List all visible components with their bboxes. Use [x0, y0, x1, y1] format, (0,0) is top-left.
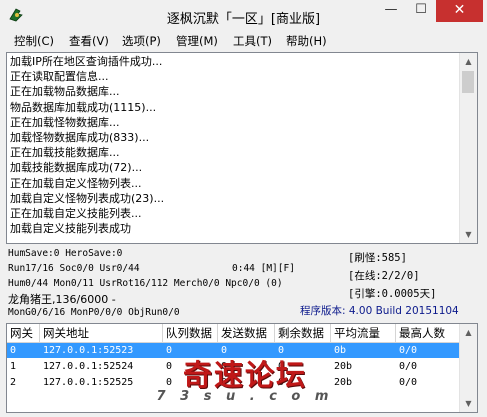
- status-panel: HumSave:0 HeroSave:0 Run17/16 Soc0/0 Usr…: [0, 245, 487, 321]
- title-bar[interactable]: 逐枫沉默「一区」[商业版] — ☐ ✕: [0, 0, 487, 31]
- menu-bar: 控制(C) 查看(V) 选项(P) 管理(M) 工具(T) 帮助(H): [0, 31, 487, 50]
- scroll-down-icon[interactable]: ▼: [460, 226, 477, 243]
- table-scrollbar[interactable]: ▲ ▼: [459, 324, 477, 412]
- table-cell: 0/0: [399, 377, 418, 388]
- log-line: 物品数据库加载成功(1115)...: [10, 100, 157, 114]
- table-row[interactable]: 1 127.0.0.1:52524 0 0 0 20b 0/0: [7, 359, 460, 374]
- run-status: Run17/16 Soc0/0 Usr0/44: [8, 263, 140, 274]
- scroll-up-icon[interactable]: ▲: [460, 324, 477, 341]
- log-line: 加载怪物数据库成功(833)...: [10, 130, 150, 144]
- table-cell: 0: [166, 361, 173, 372]
- version-label: 程序版本: 4.00 Build 20151104: [300, 305, 459, 317]
- table-row[interactable]: 2 127.0.0.1:52525 0 0 0 20b 0/0: [7, 375, 460, 390]
- table-header: 网关 网关地址 队列数据 发送数据 剩余数据 平均流量 最高人数: [7, 324, 460, 343]
- scroll-thumb[interactable]: [462, 71, 474, 93]
- table-cell: 0: [278, 361, 285, 372]
- table-cell: 0b: [334, 345, 347, 356]
- log-scrollbar[interactable]: ▲ ▼: [459, 53, 477, 243]
- table-cell: 20b: [334, 361, 353, 372]
- column-header[interactable]: 最高人数: [396, 324, 460, 342]
- timer-status: 0:44 [M][F]: [232, 263, 295, 274]
- close-button[interactable]: ✕: [436, 0, 483, 22]
- interval-counter: [引擎:0.0005天]: [348, 288, 437, 300]
- save-status: HumSave:0 HeroSave:0: [8, 248, 123, 259]
- log-line: 正在加载物品数据库...: [10, 85, 120, 99]
- table-cell: 127.0.0.1:52524: [43, 361, 134, 372]
- table-cell: 20b: [334, 377, 353, 388]
- log-line: 正在加载自定义怪物列表...: [10, 176, 142, 190]
- menu-view[interactable]: 查看(V): [69, 33, 109, 49]
- column-header[interactable]: 发送数据: [218, 324, 275, 342]
- log-lines: 加载IP所在地区查询插件成功... 正在读取配置信息... 正在加载物品数据库.…: [10, 54, 458, 236]
- table-row[interactable]: 0 127.0.0.1:52523 0 0 0 0b 0/0: [7, 343, 460, 358]
- table-cell: 0/0: [399, 345, 418, 356]
- menu-help[interactable]: 帮助(H): [286, 33, 327, 49]
- column-header[interactable]: 网关: [7, 324, 40, 342]
- table-cell: 127.0.0.1:52523: [43, 345, 134, 356]
- table-cell: 0: [166, 345, 173, 356]
- table-cell: 0: [10, 345, 17, 356]
- maximize-button[interactable]: ☐: [406, 0, 436, 22]
- table-cell: 127.0.0.1:52525: [43, 377, 134, 388]
- gateway-table[interactable]: 网关 网关地址 队列数据 发送数据 剩余数据 平均流量 最高人数 0 127.0…: [6, 323, 478, 413]
- column-header[interactable]: 剩余数据: [275, 324, 331, 342]
- column-header[interactable]: 网关地址: [40, 324, 163, 342]
- menu-options[interactable]: 选项(P): [122, 33, 161, 49]
- log-line: 正在加载技能数据库...: [10, 146, 120, 160]
- log-output[interactable]: 加载IP所在地区查询插件成功... 正在读取配置信息... 正在加载物品数据库.…: [6, 52, 478, 244]
- table-cell: 0: [221, 345, 228, 356]
- monster-status: MonG0/6/16 MonP0/0/0 ObjRun0/0: [8, 307, 180, 318]
- log-line: 加载自定义怪物列表成功(23)...: [10, 191, 165, 205]
- map-status: 龙角猪王,136/6000 -: [8, 293, 116, 306]
- main-window: 逐枫沉默「一区」[商业版] — ☐ ✕ 控制(C) 查看(V) 选项(P) 管理…: [0, 0, 487, 417]
- column-header[interactable]: 队列数据: [163, 324, 218, 342]
- table-cell: 0: [278, 377, 285, 388]
- log-line: 正在读取配置信息...: [10, 70, 109, 84]
- menu-tools[interactable]: 工具(T): [233, 33, 272, 49]
- menu-manage[interactable]: 管理(M): [176, 33, 218, 49]
- column-header[interactable]: 平均流量: [331, 324, 396, 342]
- log-line: 加载IP所在地区查询插件成功...: [10, 55, 163, 68]
- log-line: 加载自定义技能列表成功: [10, 222, 131, 236]
- scroll-up-icon[interactable]: ▲: [460, 53, 477, 70]
- table-cell: 0: [166, 377, 173, 388]
- table-cell: 2: [10, 377, 17, 388]
- table-cell: 0/0: [399, 361, 418, 372]
- table-cell: 1: [10, 361, 17, 372]
- log-line: 加载技能数据库成功(72)...: [10, 161, 143, 175]
- minimize-button[interactable]: —: [376, 0, 406, 22]
- human-status: Hum0/44 Mon0/11 UsrRot16/112 Merch0/0 Np…: [8, 278, 283, 289]
- counter-box: [刷怪:585] [在线:2/2/0] [引擎:0.0005天]: [346, 247, 470, 300]
- table-cell: 0: [278, 345, 285, 356]
- table-cell: 0: [221, 361, 228, 372]
- log-line: 正在加载自定义技能列表...: [10, 206, 142, 220]
- refresh-counter: [刷怪:585]: [348, 252, 407, 264]
- scroll-down-icon[interactable]: ▼: [460, 395, 477, 412]
- online-counter: [在线:2/2/0]: [348, 270, 420, 282]
- log-line: 正在加载怪物数据库...: [10, 115, 120, 129]
- menu-control[interactable]: 控制(C): [14, 33, 54, 49]
- table-cell: 0: [221, 377, 228, 388]
